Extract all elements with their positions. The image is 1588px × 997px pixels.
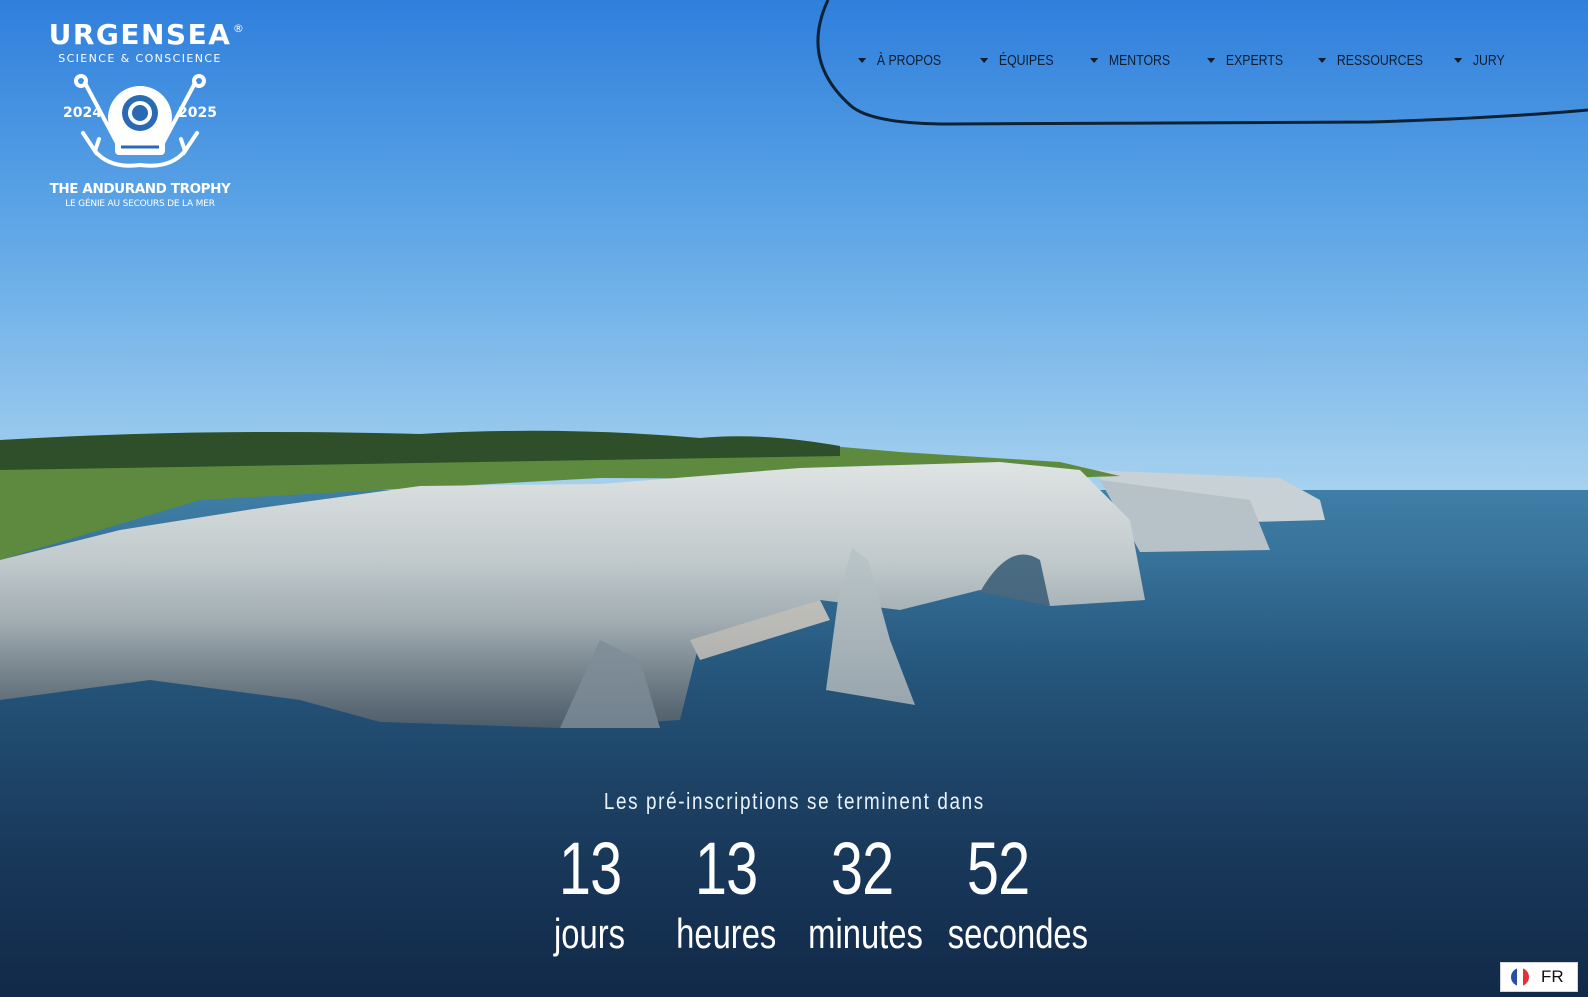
brand-tagline: SCIENCE & CONSCIENCE: [58, 52, 222, 65]
countdown-value: 13: [558, 827, 622, 910]
caret-down-icon: [1207, 58, 1216, 63]
brand-name: URGENSEA ®: [48, 18, 244, 51]
countdown: 13 jours 13 heures 32 minutes 52 seconde…: [520, 827, 1088, 972]
hero-background: URGENSEA ® SCIENCE & CONSCIENCE 2024 2025: [0, 0, 1588, 997]
caret-down-icon: [1318, 58, 1327, 63]
diving-helmet-anchors-icon: 2024 2025: [55, 73, 225, 173]
countdown-hours: 13 heures: [656, 832, 796, 958]
nav-item-label: À PROPOS: [876, 52, 942, 69]
nav-item-ressources[interactable]: RESSOURCES: [1318, 52, 1430, 69]
trophy-subtitle: LE GÉNIE AU SECOURS DE LA MER: [65, 199, 215, 209]
countdown-days: 13 jours: [520, 832, 660, 958]
nav-item-mentors[interactable]: MENTORS: [1090, 52, 1186, 69]
countdown-label: heures: [675, 910, 777, 957]
countdown-value: 52: [966, 827, 1030, 910]
nav-item-label: JURY: [1472, 52, 1505, 69]
nav-item-experts[interactable]: EXPERTS: [1207, 52, 1298, 69]
brand-text: URGENSEA: [48, 18, 232, 51]
nav-item-label: EXPERTS: [1225, 52, 1284, 69]
nav-item-equipes[interactable]: ÉQUIPES: [980, 52, 1070, 69]
caret-down-icon: [858, 58, 867, 63]
caret-down-icon: [1090, 58, 1099, 63]
nav-item-label: RESSOURCES: [1336, 52, 1423, 69]
caret-down-icon: [1454, 58, 1463, 63]
caret-down-icon: [980, 58, 989, 63]
year-start: 2024: [63, 105, 102, 121]
year-end: 2025: [178, 105, 217, 121]
france-flag-icon: [1511, 968, 1529, 986]
countdown-label: jours: [554, 910, 626, 957]
countdown-heading-text: Les pré-inscriptions se terminent dans: [603, 788, 985, 814]
urgensea-logo[interactable]: URGENSEA ® SCIENCE & CONSCIENCE 2024 2025: [40, 18, 244, 220]
nav-item-label: ÉQUIPES: [998, 52, 1054, 69]
countdown-heading: Les pré-inscriptions se terminent dans: [0, 788, 1588, 815]
registered-mark: ®: [232, 22, 246, 35]
countdown-label: secondes: [947, 910, 1089, 957]
countdown-seconds: 52 secondes: [928, 827, 1088, 958]
language-switcher[interactable]: FR: [1500, 962, 1578, 992]
trophy-title: THE ANDURAND TROPHY: [49, 181, 231, 197]
countdown-value: 32: [830, 827, 894, 910]
countdown-minutes: 32 minutes: [792, 832, 932, 958]
countdown-label: minutes: [808, 910, 923, 957]
nav-item-jury[interactable]: JURY: [1454, 52, 1505, 69]
language-code: FR: [1541, 967, 1564, 986]
main-nav: À PROPOS ÉQUIPES MENTORS EXPERTS RESSOUR…: [858, 52, 1514, 69]
countdown-value: 13: [694, 827, 758, 910]
nav-item-a-propos[interactable]: À PROPOS: [858, 52, 958, 69]
nav-item-label: MENTORS: [1108, 52, 1171, 69]
